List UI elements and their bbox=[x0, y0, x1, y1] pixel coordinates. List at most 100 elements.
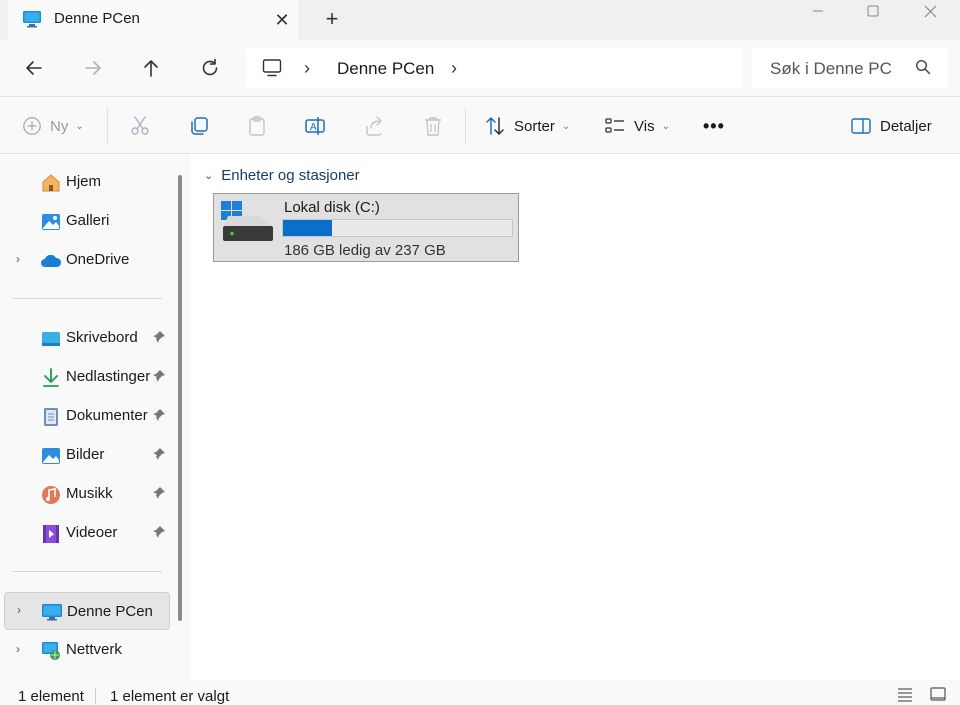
tab-denne-pcen[interactable]: Denne PCen ✕ bbox=[8, 0, 298, 40]
drive-usage-bar bbox=[282, 219, 513, 237]
sidebar-item-onedrive[interactable]: › OneDrive bbox=[4, 243, 170, 277]
rename-icon: A bbox=[305, 117, 325, 135]
copy-button[interactable] bbox=[188, 110, 210, 142]
paste-button[interactable] bbox=[246, 110, 268, 142]
sidebar-item-skrivebord[interactable]: Skrivebord bbox=[4, 321, 170, 355]
sidebar-item-label: Denne PCen bbox=[67, 603, 153, 620]
desktop-icon bbox=[40, 328, 62, 350]
minimize-icon[interactable] bbox=[796, 0, 840, 22]
delete-button[interactable] bbox=[422, 110, 444, 142]
drive-tile-c[interactable]: Lokal disk (C:) 186 GB ledig av 237 GB bbox=[213, 193, 519, 262]
search-box[interactable]: Søk i Denne PCen bbox=[752, 48, 948, 88]
sidebar-item-denne-pcen[interactable]: › Denne PCen bbox=[4, 592, 170, 630]
maximize-icon[interactable] bbox=[851, 0, 895, 22]
sidebar-item-label: Nedlastinger bbox=[66, 368, 151, 385]
view-label: Vis bbox=[634, 117, 655, 135]
sidebar-item-nettverk[interactable]: › Nettverk bbox=[4, 633, 170, 667]
drive-usage-fill bbox=[283, 220, 333, 236]
close-icon[interactable] bbox=[908, 0, 952, 22]
arrow-right-icon bbox=[85, 61, 101, 75]
collapse-chevron-icon[interactable]: ⌄ bbox=[204, 169, 213, 182]
pin-icon[interactable] bbox=[152, 486, 166, 504]
sidebar-item-galleri[interactable]: Galleri bbox=[4, 204, 170, 238]
pin-icon[interactable] bbox=[152, 369, 166, 387]
details-view-icon[interactable] bbox=[896, 686, 916, 704]
scissors-icon bbox=[131, 116, 149, 135]
monitor-icon bbox=[262, 58, 282, 82]
gallery-icon bbox=[40, 211, 62, 233]
address-bar[interactable]: › Denne PCen › bbox=[246, 48, 742, 88]
search-input[interactable]: Søk i Denne PCen bbox=[770, 59, 892, 79]
rename-button[interactable]: A bbox=[304, 110, 326, 142]
svg-text:A: A bbox=[310, 122, 317, 133]
new-button[interactable]: Ny ⌄ bbox=[22, 110, 84, 142]
navigation-bar: › Denne PCen › Søk i Denne PCen bbox=[0, 40, 960, 97]
copy-icon bbox=[191, 117, 208, 135]
computer-icon bbox=[22, 10, 42, 32]
forward-button[interactable] bbox=[76, 52, 110, 84]
sidebar-scrollbar[interactable] bbox=[178, 175, 182, 621]
details-button[interactable]: Detaljer bbox=[850, 110, 932, 142]
refresh-icon bbox=[202, 58, 218, 76]
share-icon bbox=[366, 116, 382, 136]
sidebar-item-label: Galleri bbox=[66, 212, 110, 229]
chevron-down-icon: ⌄ bbox=[661, 120, 670, 132]
back-button[interactable] bbox=[17, 52, 51, 84]
home-icon bbox=[40, 172, 62, 194]
navigation-pane: Hjem Galleri › OneDrive Skrivebord Nedla… bbox=[0, 155, 190, 680]
pin-icon[interactable] bbox=[152, 447, 166, 465]
refresh-button[interactable] bbox=[193, 52, 227, 84]
view-button[interactable]: Vis ⌄ bbox=[604, 110, 670, 142]
new-tab-button[interactable]: + bbox=[318, 5, 346, 33]
breadcrumb-chevron-icon[interactable]: › bbox=[451, 58, 457, 79]
up-button[interactable] bbox=[134, 52, 168, 84]
hard-drive-icon bbox=[220, 200, 276, 248]
sidebar-item-nedlastinger[interactable]: Nedlastinger bbox=[4, 360, 170, 394]
details-label: Detaljer bbox=[880, 117, 932, 135]
sidebar-item-label: Musikk bbox=[66, 485, 113, 502]
breadcrumb-chevron-icon[interactable]: › bbox=[304, 58, 310, 79]
arrow-left-icon bbox=[26, 61, 42, 75]
sidebar-item-bilder[interactable]: Bilder bbox=[4, 438, 170, 472]
search-icon[interactable] bbox=[915, 59, 931, 79]
pin-icon[interactable] bbox=[152, 525, 166, 543]
tiles-view-icon[interactable] bbox=[929, 686, 949, 704]
group-header-devices[interactable]: ⌄ Enheter og stasjoner bbox=[204, 167, 360, 184]
sort-button[interactable]: Sorter ⌄ bbox=[484, 110, 570, 142]
cut-button[interactable] bbox=[129, 110, 151, 142]
pictures-icon bbox=[40, 445, 62, 467]
sidebar-item-label: OneDrive bbox=[66, 251, 130, 268]
close-tab-icon[interactable]: ✕ bbox=[268, 6, 296, 34]
expand-chevron-icon[interactable]: › bbox=[16, 642, 20, 656]
selection-count: 1 element er valgt bbox=[110, 688, 230, 705]
sidebar-item-videoer[interactable]: Videoer bbox=[4, 516, 170, 550]
computer-icon bbox=[41, 601, 63, 623]
details-pane-icon bbox=[851, 118, 871, 134]
share-button[interactable] bbox=[363, 110, 385, 142]
download-icon bbox=[40, 367, 62, 389]
music-icon bbox=[40, 484, 62, 506]
sidebar-item-hjem[interactable]: Hjem bbox=[4, 165, 170, 199]
trash-icon bbox=[425, 117, 441, 136]
tab-title: Denne PCen bbox=[54, 10, 140, 27]
sort-icon bbox=[486, 117, 504, 135]
more-options-button[interactable]: ••• bbox=[703, 110, 725, 142]
view-list-icon bbox=[605, 118, 624, 133]
pin-icon[interactable] bbox=[152, 330, 166, 348]
sidebar-item-dokumenter[interactable]: Dokumenter bbox=[4, 399, 170, 433]
document-icon bbox=[40, 406, 62, 428]
sidebar-item-label: Bilder bbox=[66, 446, 105, 463]
clipboard-icon bbox=[249, 116, 265, 136]
title-bar: Denne PCen ✕ + bbox=[0, 0, 960, 40]
pin-icon[interactable] bbox=[152, 408, 166, 426]
command-bar: Ny ⌄ A Sorter ⌄ Vis ⌄ ••• Detaljer bbox=[0, 98, 960, 154]
network-icon bbox=[40, 640, 62, 662]
new-label: Ny bbox=[50, 117, 69, 135]
sidebar-item-musikk[interactable]: Musikk bbox=[4, 477, 170, 511]
drive-name: Lokal disk (C:) bbox=[284, 199, 380, 216]
expand-chevron-icon[interactable]: › bbox=[17, 603, 21, 617]
breadcrumb-denne-pcen[interactable]: Denne PCen bbox=[337, 59, 434, 79]
divider bbox=[95, 688, 96, 704]
expand-chevron-icon[interactable]: › bbox=[16, 252, 20, 266]
video-icon bbox=[40, 523, 62, 545]
